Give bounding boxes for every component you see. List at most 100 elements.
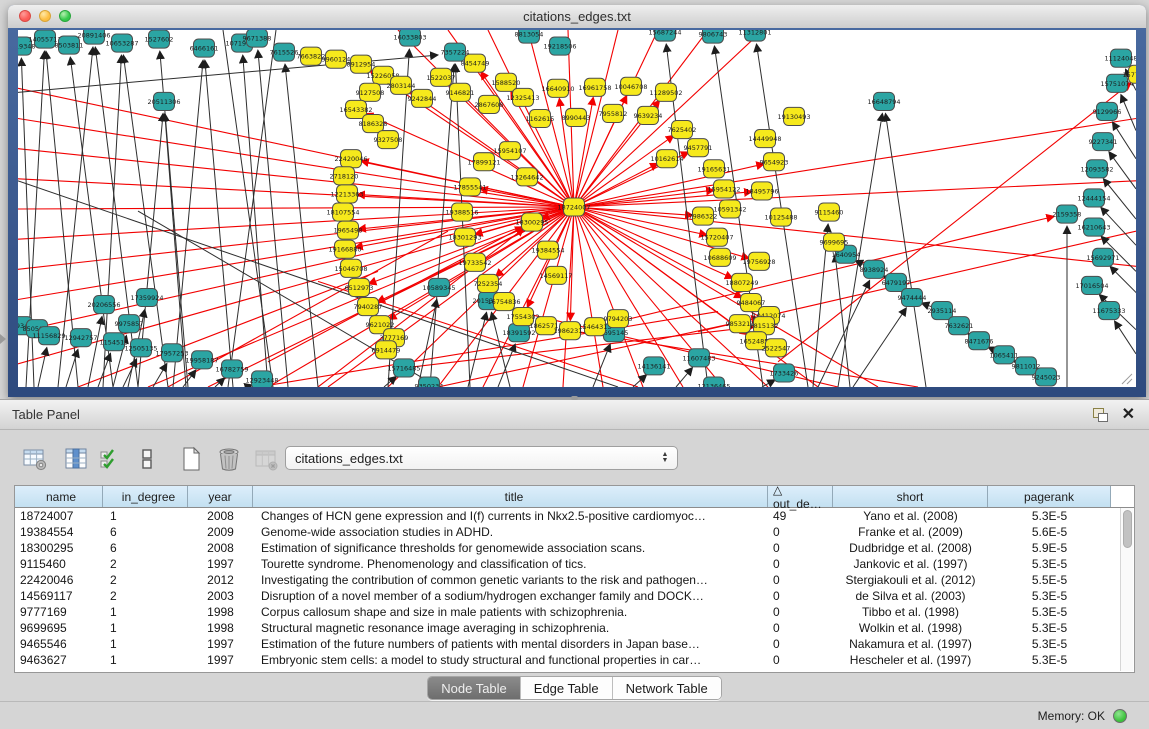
network-node[interactable]: 9457791 <box>684 139 713 157</box>
close-panel-icon[interactable]: ✕ <box>1122 408 1135 422</box>
tab-node-table[interactable]: Node Table <box>428 677 521 699</box>
network-node[interactable]: 1527602 <box>145 30 174 48</box>
table-cell[interactable]: Changes of HCN gene expression and I(f) … <box>253 508 768 524</box>
table-cell[interactable]: Jankovic et al. (1997) <box>833 556 988 572</box>
network-node[interactable]: 1162615 <box>526 109 555 127</box>
table-cell[interactable]: 0 <box>768 636 833 652</box>
network-node[interactable]: 9115460 <box>815 203 844 221</box>
show-columns-button[interactable] <box>60 443 92 475</box>
network-node[interactable]: 8990443 <box>562 108 591 126</box>
network-node[interactable]: 18107554 <box>326 203 359 221</box>
table-row[interactable]: 1872400712008Changes of HCN gene express… <box>15 508 1134 524</box>
network-node[interactable]: 9671388 <box>243 30 272 47</box>
network-node[interactable]: 15720407 <box>700 228 733 246</box>
network-node[interactable]: 9327508 <box>374 131 403 149</box>
network-node[interactable]: 9639234 <box>634 106 663 124</box>
table-cell[interactable]: 9463627 <box>15 652 103 668</box>
table-cell[interactable]: Investigating the contribution of common… <box>253 572 768 588</box>
network-node[interactable]: 19218506 <box>543 37 576 55</box>
close-window-button[interactable] <box>19 10 31 22</box>
network-node[interactable]: 9350234 <box>415 377 444 387</box>
network-node[interactable]: 11675333 <box>1092 302 1125 320</box>
network-node[interactable]: 2522547 <box>762 339 791 357</box>
table-cell[interactable]: de Silva et al. (2003) <box>833 588 988 604</box>
minimize-window-button[interactable] <box>39 10 51 22</box>
table-cell[interactable]: Franke et al. (2009) <box>833 524 988 540</box>
table-cell[interactable]: 5.6E-5 <box>988 524 1111 540</box>
network-node[interactable]: 14569117 <box>539 266 572 284</box>
table-cell[interactable]: 5.3E-5 <box>988 556 1111 572</box>
network-node[interactable]: 9794203 <box>604 310 633 328</box>
network-node[interactable]: 11124048 <box>1104 49 1136 67</box>
network-node[interactable]: 9127508 <box>356 83 385 101</box>
network-node[interactable]: 19130493 <box>777 107 810 125</box>
window-titlebar[interactable]: citations_edges.txt <box>8 5 1146 29</box>
table-cell[interactable]: 2008 <box>188 508 253 524</box>
network-node[interactable]: 14136141 <box>637 357 670 375</box>
table-cell[interactable]: Structural magnetic resonance image aver… <box>253 620 768 636</box>
table-cell[interactable]: 5.5E-5 <box>988 572 1111 588</box>
network-node[interactable]: 6512973 <box>345 278 374 296</box>
network-node[interactable]: 9129966 <box>1093 102 1122 120</box>
network-node[interactable]: 7955812 <box>599 104 628 122</box>
network-node[interactable]: 17359924 <box>130 288 163 306</box>
zoom-window-button[interactable] <box>59 10 71 22</box>
table-cell[interactable]: 0 <box>768 620 833 636</box>
table-settings-button[interactable] <box>19 443 51 475</box>
table-cell[interactable]: 1997 <box>188 556 253 572</box>
table-cell[interactable]: Nakamura et al. (1997) <box>833 636 988 652</box>
network-node[interactable]: 14449948 <box>748 130 781 148</box>
table-cell[interactable]: 19384554 <box>15 524 103 540</box>
delete-trash-button[interactable] <box>213 443 245 475</box>
float-window-icon[interactable] <box>1093 408 1108 422</box>
network-node[interactable]: 19756928 <box>742 252 775 270</box>
table-cell[interactable]: 1 <box>103 508 188 524</box>
new-table-button[interactable] <box>175 443 207 475</box>
network-node[interactable]: 9699695 <box>820 233 849 251</box>
column-header-pagerank[interactable]: pagerank <box>988 486 1111 507</box>
network-node[interactable]: 11289502 <box>649 83 682 101</box>
network-node[interactable]: 7986322 <box>689 207 718 225</box>
table-cell[interactable]: Stergiakouli et al. (2012) <box>833 572 988 588</box>
network-node[interactable]: 9853211 <box>726 315 755 333</box>
network-node[interactable]: 12136465 <box>697 377 730 387</box>
table-cell[interactable]: 5.3E-5 <box>988 652 1111 668</box>
table-cell[interactable]: 14569117 <box>15 588 103 604</box>
tab-edge-table[interactable]: Edge Table <box>521 677 613 699</box>
network-node[interactable]: 10688609 <box>703 248 736 266</box>
network-node[interactable]: 12942757 <box>64 329 97 347</box>
network-node[interactable]: 15954107 <box>493 142 526 160</box>
network-node[interactable]: 2867608 <box>475 95 504 113</box>
table-cell[interactable]: 5.3E-5 <box>988 636 1111 652</box>
table-row[interactable]: 977716911998Corpus callosum shape and si… <box>15 604 1134 620</box>
network-node[interactable]: 8471676 <box>965 332 994 350</box>
table-scrollbar[interactable] <box>1120 508 1133 671</box>
table-row[interactable]: 1456911722003Disruption of a novel membe… <box>15 588 1134 604</box>
network-node[interactable]: 15046708 <box>334 259 367 277</box>
network-node[interactable]: 17855541 <box>453 178 486 196</box>
network-node[interactable]: 17899121 <box>467 153 500 171</box>
network-node[interactable]: 19165631 <box>697 160 730 178</box>
network-node[interactable]: 8813054 <box>515 30 544 43</box>
table-cell[interactable]: 18300295 <box>15 540 103 556</box>
network-node[interactable]: 9245023 <box>1032 368 1061 386</box>
table-cell[interactable]: 0 <box>768 540 833 556</box>
delete-table-button[interactable] <box>250 443 282 475</box>
column-header-short[interactable]: short <box>833 486 988 507</box>
column-header-name[interactable]: name <box>15 486 103 507</box>
table-cell[interactable]: 2009 <box>188 524 253 540</box>
column-header-out_de[interactable]: △ out_de… <box>768 486 833 507</box>
table-cell[interactable]: 2012 <box>188 572 253 588</box>
row-height-button[interactable] <box>131 443 163 475</box>
table-cell[interactable]: Tibbo et al. (1998) <box>833 604 988 620</box>
table-cell[interactable]: Yano et al. (2008) <box>833 508 988 524</box>
table-cell[interactable]: 1997 <box>188 636 253 652</box>
network-node[interactable]: 9654923 <box>760 153 789 171</box>
network-node[interactable]: 2159358 <box>1053 205 1082 223</box>
table-cell[interactable]: Dudbridge et al. (2008) <box>833 540 988 556</box>
network-node[interactable]: 2803144 <box>387 76 416 94</box>
network-node[interactable]: 9975857 <box>115 315 144 333</box>
network-node[interactable]: 8454749 <box>461 54 490 72</box>
column-header-year[interactable]: year <box>188 486 253 507</box>
network-node[interactable]: 9146821 <box>446 83 475 101</box>
